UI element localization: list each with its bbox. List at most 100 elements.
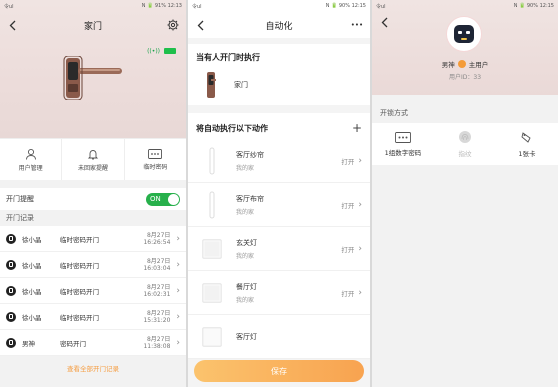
status-right: N 🔋 91% 12:13 bbox=[141, 3, 182, 9]
door-lock-image bbox=[63, 56, 122, 100]
action-device-room: 我的家 bbox=[236, 208, 255, 216]
method-password[interactable]: 1组数字密码 bbox=[372, 123, 434, 165]
screens: 令ul N 🔋 91% 12:13 家门 ((•)) 用户管理 未回家提醒 临时… bbox=[0, 0, 558, 387]
nav-bar: 自动化 ••• bbox=[188, 12, 370, 38]
lock-hero: ((•)) bbox=[0, 38, 186, 138]
quick-label-temp: 临时密码 bbox=[143, 163, 168, 171]
records-list: 徐小晶 临时密码开门 8月27日 16:26:54 › 徐小晶 临时密码开门 8月… bbox=[0, 226, 186, 356]
crown-icon bbox=[457, 60, 466, 68]
nav-bar: 家门 bbox=[0, 12, 186, 38]
divider bbox=[0, 180, 186, 188]
record-clock: 16:26:54 bbox=[143, 238, 171, 246]
record-date: 8月27日 bbox=[146, 257, 171, 265]
status-right: N 🔋 90% 12:15 bbox=[513, 3, 554, 9]
actions-list: 客厅纱帘 我的家 打开 › 客厅布帘 我的家 打开 › 玄关灯 我的家 打开 › 餐厅… bbox=[188, 139, 370, 359]
save-button[interactable]: 保存 bbox=[194, 360, 364, 382]
action-state: 打开 bbox=[341, 157, 355, 166]
method-card[interactable]: 1张卡 bbox=[496, 123, 558, 165]
card-icon bbox=[521, 132, 531, 143]
action-row[interactable]: 客厅纱帘 我的家 打开 › bbox=[188, 139, 370, 183]
chevron-right-icon: › bbox=[176, 337, 180, 348]
record-time: 8月27日 15:31:20 bbox=[136, 310, 170, 324]
not-home-alert-button[interactable]: 未回家提醒 bbox=[62, 139, 125, 180]
profile-role: 主用户 bbox=[468, 61, 489, 69]
back-button[interactable] bbox=[378, 15, 390, 29]
record-time: 8月27日 16:02:31 bbox=[136, 284, 170, 298]
action-device-room: 我的家 bbox=[236, 296, 255, 304]
record-row[interactable]: 男神 密码开门 8月27日 11:38:08 › bbox=[0, 330, 186, 356]
page-title: 家门 bbox=[83, 21, 102, 32]
chevron-right-icon: › bbox=[176, 233, 180, 244]
toggle-knob bbox=[168, 193, 179, 205]
chevron-right-icon: › bbox=[358, 287, 362, 298]
method-fingerprint[interactable]: 指纹 bbox=[434, 123, 496, 165]
add-action-button[interactable]: + bbox=[352, 121, 362, 135]
view-all-records-link[interactable]: 查看全部开门记录 bbox=[0, 356, 186, 380]
record-row[interactable]: 徐小晶 临时密码开门 8月27日 15:31:20 › bbox=[0, 304, 186, 330]
automation-screen: 令ul N 🔋 90% 12:15 自动化 ••• 当有人开门时执行 家门 将自… bbox=[188, 0, 370, 387]
back-button[interactable] bbox=[194, 18, 206, 32]
record-clock: 15:31:20 bbox=[143, 316, 171, 324]
record-row[interactable]: 徐小晶 临时密码开门 8月27日 16:03:04 › bbox=[0, 252, 186, 278]
settings-button[interactable] bbox=[166, 17, 180, 33]
chevron-right-icon: › bbox=[358, 199, 362, 210]
method-label: 指纹 bbox=[458, 150, 472, 158]
toggle-label: ON bbox=[150, 195, 161, 203]
curtain-icon bbox=[202, 191, 222, 219]
status-left: 令ul bbox=[376, 3, 386, 10]
lock-icon bbox=[6, 337, 16, 348]
status-left: 令ul bbox=[192, 3, 202, 10]
door-lock-image bbox=[207, 72, 216, 98]
action-device-room: 我的家 bbox=[236, 252, 255, 260]
fingerprint-icon bbox=[459, 131, 471, 143]
action-state: 打开 bbox=[341, 245, 355, 254]
door-alert-row: 开门提醒 ON bbox=[0, 188, 186, 210]
record-name: 徐小晶 bbox=[22, 287, 42, 296]
back-button[interactable] bbox=[6, 18, 18, 32]
action-row[interactable]: 餐厅灯我的家 打开 › bbox=[188, 271, 370, 315]
record-name: 男神 bbox=[22, 339, 35, 348]
keypad-icon bbox=[395, 131, 411, 143]
status-bar: 令ul N 🔋 91% 12:13 bbox=[0, 0, 186, 12]
more-button[interactable]: ••• bbox=[350, 17, 364, 33]
lock-icon bbox=[6, 311, 16, 322]
gear-icon bbox=[167, 19, 179, 31]
user-management-button[interactable]: 用户管理 bbox=[0, 139, 63, 180]
record-clock: 16:03:04 bbox=[143, 264, 171, 272]
method-label: 1张卡 bbox=[518, 150, 536, 158]
record-row[interactable]: 徐小晶 临时密码开门 8月27日 16:26:54 › bbox=[0, 226, 186, 252]
quick-actions: 用户管理 未回家提醒 临时密码 bbox=[0, 138, 186, 180]
action-device-name: 餐厅灯 bbox=[236, 282, 257, 291]
avatar[interactable] bbox=[446, 16, 482, 52]
door-alert-toggle[interactable]: ON bbox=[146, 192, 180, 206]
action-row[interactable]: 客厅灯 bbox=[188, 315, 370, 359]
user-icon bbox=[25, 148, 36, 160]
lock-icon bbox=[6, 233, 16, 244]
action-row[interactable]: 客厅布帘 我的家 打开 › bbox=[188, 183, 370, 227]
action-device-name: 客厅纱帘 bbox=[236, 150, 264, 159]
door-alert-label: 开门提醒 bbox=[6, 195, 34, 203]
user-id: 用户ID：33 bbox=[448, 74, 482, 81]
record-type: 临时密码开门 bbox=[60, 261, 99, 270]
trigger-device-row[interactable]: 家门 bbox=[188, 65, 370, 105]
action-row[interactable]: 玄关灯 我的家 打开 › bbox=[188, 227, 370, 271]
lock-icon bbox=[6, 285, 16, 296]
temp-password-button[interactable]: 临时密码 bbox=[125, 139, 186, 180]
chevron-right-icon: › bbox=[176, 285, 180, 296]
lock-icon bbox=[6, 259, 16, 270]
action-state: 打开 bbox=[341, 289, 355, 298]
method-label: 1组数字密码 bbox=[384, 148, 422, 157]
record-time: 8月27日 11:38:08 bbox=[136, 336, 170, 350]
light-switch-icon bbox=[202, 279, 222, 307]
record-row[interactable]: 徐小晶 临时密码开门 8月27日 16:02:31 › bbox=[0, 278, 186, 304]
automation-header: 令ul N 🔋 90% 12:15 自动化 ••• bbox=[188, 0, 370, 38]
light-switch-icon bbox=[202, 235, 222, 263]
curtain-icon bbox=[202, 147, 222, 175]
chevron-right-icon: › bbox=[358, 243, 362, 254]
quick-label-alert: 未回家提醒 bbox=[77, 164, 108, 172]
record-name: 徐小晶 bbox=[22, 261, 42, 270]
chevron-right-icon: › bbox=[176, 311, 180, 322]
more-icon: ••• bbox=[350, 21, 364, 29]
action-state: 打开 bbox=[341, 201, 355, 210]
status-bar: 令ul N 🔋 90% 12:15 bbox=[188, 0, 370, 12]
